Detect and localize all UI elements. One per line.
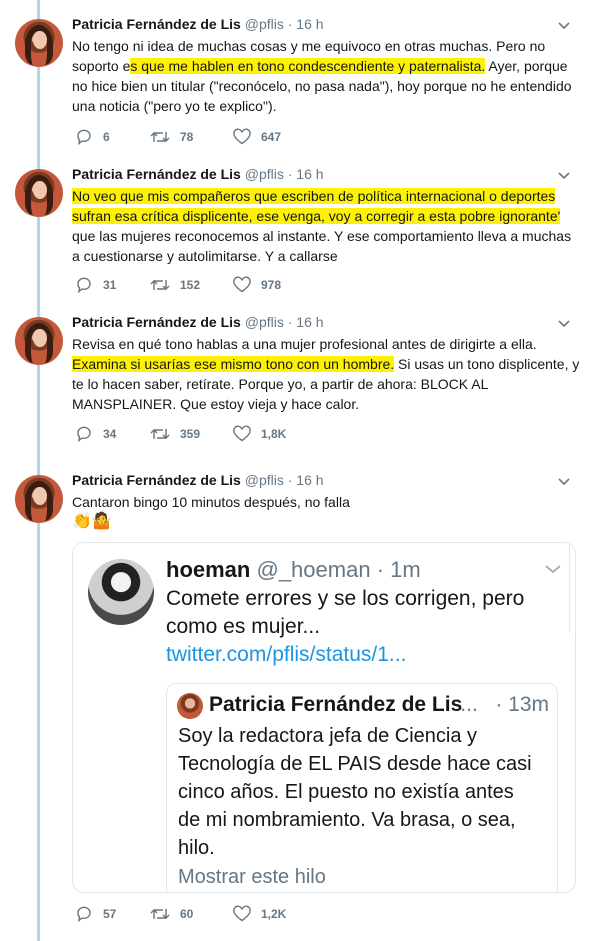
chevron-down-icon[interactable] <box>558 476 570 488</box>
retweet-icon <box>150 280 170 290</box>
tweet-text: No veo que mis compañeros que escriben d… <box>72 188 572 264</box>
tweet-text: No tengo ni idea de muchas cosas y me eq… <box>72 38 572 114</box>
heart-icon <box>233 905 251 922</box>
like-count: 1,2K <box>261 907 287 921</box>
like-button[interactable]: 1,8K <box>233 425 286 443</box>
author-name[interactable]: Patricia Fernández de Lis <box>72 16 241 32</box>
reply-button[interactable]: 57 <box>75 905 116 923</box>
chevron-down-icon[interactable] <box>558 20 570 32</box>
show-thread-link: Mostrar este hilo <box>178 866 326 888</box>
tweet-text: Revisa en qué tono hablas a una mujer pr… <box>72 336 580 412</box>
embedded-tweet-image[interactable]: hoeman @_hoeman · 1m Comete errores y se… <box>72 542 576 893</box>
avatar[interactable] <box>15 317 63 365</box>
author-name[interactable]: Patricia Fernández de Lis <box>72 314 241 330</box>
retweet-count: 60 <box>180 907 194 921</box>
embedded-tweet-header: hoeman @_hoeman · 1m <box>166 556 421 584</box>
like-count: 647 <box>261 130 282 144</box>
emoji-clap-shrug: 👏🤷 <box>72 513 112 530</box>
reply-count: 31 <box>103 278 117 292</box>
embedded-tweet-text: Comete errores y se los corrigen, pero c… <box>166 585 546 669</box>
heart-icon <box>233 425 251 442</box>
quoted-author-name: Patricia Fernández de Lis <box>209 693 463 716</box>
reply-count: 6 <box>103 130 110 144</box>
like-button[interactable]: 647 <box>233 128 281 146</box>
retweet-button[interactable]: 78 <box>150 128 193 146</box>
reply-button[interactable]: 31 <box>75 276 116 294</box>
divider <box>569 543 575 633</box>
reply-icon <box>77 426 91 443</box>
thread-line <box>37 0 40 941</box>
like-button[interactable]: 978 <box>233 276 281 294</box>
heart-icon <box>233 128 251 145</box>
retweet-icon <box>150 429 170 439</box>
like-count: 1,8K <box>261 427 287 441</box>
chevron-down-icon[interactable] <box>558 318 570 330</box>
like-count: 978 <box>261 278 282 292</box>
quoted-tweet-time: ... · 13m <box>460 693 549 716</box>
tweet-time[interactable]: · 16 h <box>288 472 324 488</box>
tweet-time[interactable]: · 16 h <box>288 314 324 330</box>
tweet-header: Patricia Fernández de Lis @pflis · 16 h <box>72 313 582 333</box>
retweet-button[interactable]: 359 <box>150 425 200 443</box>
reply-button[interactable]: 6 <box>75 128 110 146</box>
quoted-tweet-text: Soy la redactora jefa de Ciencia y Tecno… <box>178 725 532 859</box>
tweet-text: Cantaron bingo 10 minutos después, no fa… <box>72 494 350 510</box>
tweet-header: Patricia Fernández de Lis @pflis · 16 h <box>72 471 582 491</box>
author-handle[interactable]: @pflis <box>245 16 284 32</box>
tweet-header: Patricia Fernández de Lis @pflis · 16 h <box>72 165 582 185</box>
embedded-author-name: hoeman <box>166 557 251 582</box>
author-name[interactable]: Patricia Fernández de Lis <box>72 472 241 488</box>
avatar <box>88 559 154 625</box>
avatar[interactable] <box>15 19 63 67</box>
quoted-tweet-header: Patricia Fernández de Lis ... · 13m <box>209 692 549 718</box>
retweet-button[interactable]: 152 <box>150 276 200 294</box>
tweet-time[interactable]: · 16 h <box>288 16 324 32</box>
retweet-count: 359 <box>180 427 201 441</box>
retweet-count: 152 <box>180 278 201 292</box>
chevron-down-icon[interactable] <box>558 170 570 182</box>
author-name[interactable]: Patricia Fernández de Lis <box>72 166 241 182</box>
retweet-icon <box>150 132 170 142</box>
author-handle[interactable]: @pflis <box>245 472 284 488</box>
tweet-header: Patricia Fernández de Lis @pflis · 16 h <box>72 15 582 35</box>
chevron-down-icon <box>545 565 561 574</box>
quoted-tweet: Patricia Fernández de Lis ... · 13m Soy … <box>166 683 558 892</box>
embedded-author-handle: @_hoeman <box>256 557 371 582</box>
author-handle[interactable]: @pflis <box>245 166 284 182</box>
reply-icon <box>77 277 91 294</box>
embedded-tweet-time: · 1m <box>376 557 421 582</box>
reply-icon <box>77 129 91 146</box>
reply-count: 34 <box>103 427 117 441</box>
heart-icon <box>233 276 251 293</box>
author-handle[interactable]: @pflis <box>245 314 284 330</box>
avatar[interactable] <box>15 169 63 217</box>
retweet-icon <box>150 909 170 919</box>
like-button[interactable]: 1,2K <box>233 905 286 923</box>
avatar[interactable] <box>15 475 63 523</box>
embedded-link: twitter.com/pflis/status/1... <box>166 643 407 666</box>
reply-icon <box>77 906 91 923</box>
reply-count: 57 <box>103 907 117 921</box>
reply-button[interactable]: 34 <box>75 425 116 443</box>
retweet-button[interactable]: 60 <box>150 905 193 923</box>
avatar <box>177 693 203 719</box>
tweet-time[interactable]: · 16 h <box>288 166 324 182</box>
retweet-count: 78 <box>180 130 194 144</box>
